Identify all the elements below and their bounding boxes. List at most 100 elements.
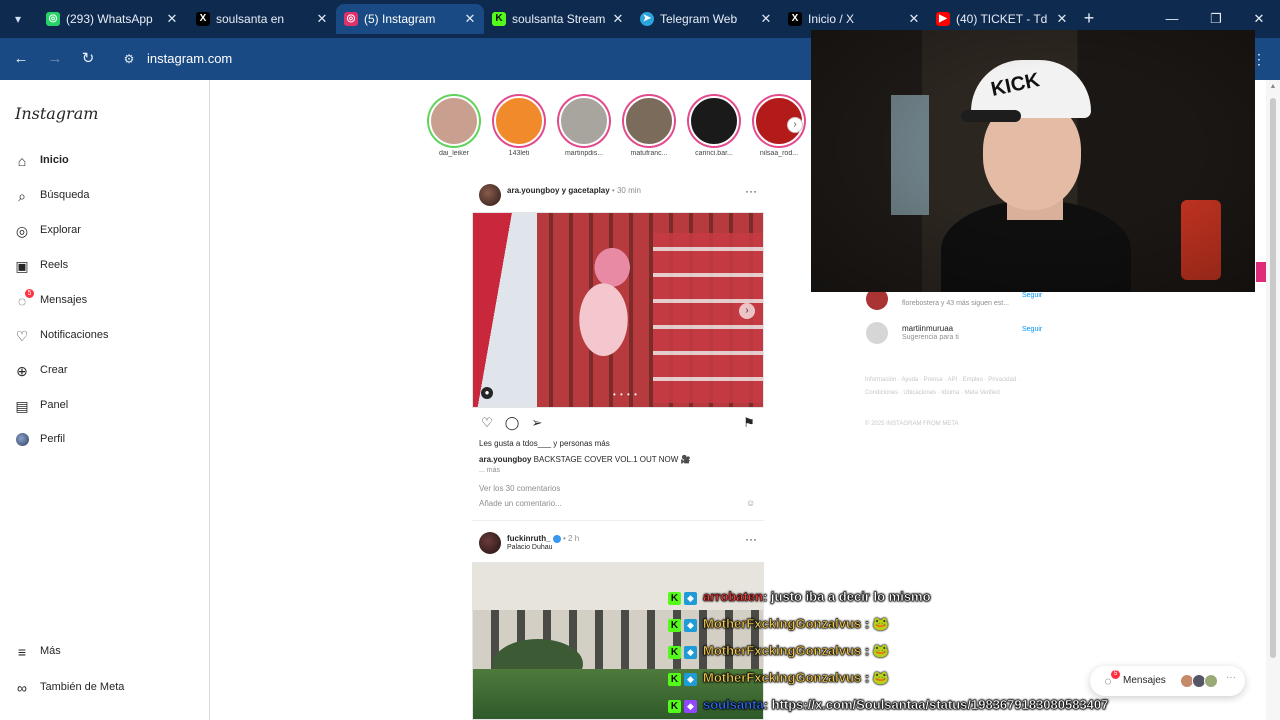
comment-icon[interactable]: ◯ [504, 415, 520, 431]
sidebar-item-perfil[interactable]: Perfil [14, 430, 194, 452]
story-item[interactable]: dai_leiker [425, 94, 483, 164]
share-icon[interactable]: ➢ [529, 415, 545, 431]
emoji-icon[interactable]: ☺ [746, 498, 755, 508]
messages-pill[interactable]: ◌ 5 Mensajes ··· [1090, 666, 1245, 696]
instagram-logo[interactable]: Instagram [15, 104, 98, 123]
scroll-up-arrow[interactable]: ▲ [1268, 82, 1278, 92]
likes-text[interactable]: Les gusta a tdos___ y personas más [479, 439, 610, 448]
avatar[interactable] [479, 184, 501, 206]
close-window-button[interactable]: ✕ [1249, 9, 1269, 29]
chat-text: : https://x.com/Soulsantaa/status/198367… [763, 697, 1109, 712]
carousel-next-button[interactable]: › [739, 303, 755, 319]
tab-telegram[interactable]: ➤ Telegram Web ✕ [632, 4, 780, 34]
tab-search-icon[interactable]: ▾ [8, 9, 28, 29]
sidebar-item-mensajes[interactable]: ◌ 5 Mensajes [14, 289, 194, 313]
story-item[interactable]: martinpdis... [555, 94, 613, 164]
search-icon: ⌕ [18, 188, 26, 204]
save-icon[interactable]: ⚑ [741, 415, 757, 431]
post-username[interactable]: ara.youngboy y gacetaplay [507, 186, 610, 195]
footer-links[interactable]: Información · Ayuda · Prensa · API · Emp… [865, 374, 1045, 400]
kick-badge-icon: K [668, 646, 681, 659]
sidebar-item-panel[interactable]: ▤ Panel [14, 396, 194, 418]
new-tab-button[interactable]: + [1080, 9, 1098, 27]
story-ring [622, 94, 676, 148]
more-icon: ··· [1226, 672, 1236, 683]
sidebar-item-inicio[interactable]: ⌂ Inicio [14, 151, 194, 173]
sub-badge-icon: ◆ [684, 700, 697, 713]
sidebar-item-mas[interactable]: ≡ Más [14, 642, 194, 664]
dashboard-icon: ▤ [15, 398, 29, 414]
close-icon[interactable]: ✕ [164, 4, 180, 34]
add-comment-input[interactable]: Añade un comentario... [479, 499, 562, 508]
carousel-dots: • • • • [613, 390, 638, 399]
sidebar-item-crear[interactable]: ⊕ Crear [14, 361, 194, 383]
messages-label: Mensajes [1123, 675, 1166, 686]
follow-button[interactable]: Seguir [1022, 292, 1042, 299]
avatar[interactable] [866, 322, 888, 344]
story-item[interactable]: matufranc... [620, 94, 678, 164]
reels-icon: ▣ [15, 258, 29, 274]
chat-username: soulsanta [703, 697, 764, 712]
like-icon[interactable]: ♡ [479, 415, 495, 431]
story-item[interactable]: 143leti [490, 94, 548, 164]
youtube-icon: ▶ [936, 12, 950, 26]
avatar[interactable] [479, 532, 501, 554]
stories-next-button[interactable]: › [787, 117, 803, 133]
chat-username: MotherFxckingGonzalvus [703, 616, 862, 631]
caption-text: BACKSTAGE COVER VOL.1 OUT NOW 🎥 [531, 455, 691, 464]
more-link[interactable]: ... más [479, 467, 500, 474]
post-image[interactable]: › ● • • • • [472, 212, 764, 408]
unread-badge: 5 [25, 289, 34, 298]
instagram-sidebar: Instagram ⌂ Inicio ⌕ Búsqueda ◎ Explorar… [0, 80, 210, 720]
more-options-icon[interactable]: ··· [745, 532, 757, 546]
minimize-button[interactable]: — [1162, 9, 1182, 29]
caption-username[interactable]: ara.youngboy [479, 455, 531, 464]
chat-text: : [861, 616, 873, 631]
sidebar-item-notificaciones[interactable]: ♡ Notificaciones [14, 326, 194, 348]
webcam-vignette [811, 30, 1255, 292]
more-options-icon[interactable]: ··· [745, 184, 757, 198]
sidebar-item-busqueda[interactable]: ⌕ Búsqueda [14, 186, 194, 208]
tab-instagram[interactable]: ◎ (5) Instagram ✕ [336, 4, 484, 34]
avatar [689, 96, 739, 146]
post-header: fuckinruth_ • 2 h Palacio Duhau ··· [479, 532, 769, 556]
sub-badge-icon: ◆ [684, 673, 697, 686]
telegram-icon: ➤ [640, 12, 654, 26]
avatar [16, 433, 29, 446]
chat-username: MotherFxckingGonzalvus [703, 643, 862, 658]
url-field[interactable]: instagram.com [147, 51, 232, 67]
chat-text: : [861, 670, 873, 685]
home-icon: ⌂ [17, 153, 27, 169]
tab-soulsanta-x[interactable]: X soulsanta en ✕ [188, 4, 336, 34]
tab-whatsapp[interactable]: ◎ (293) WhatsApp ✕ [38, 4, 186, 34]
site-settings-icon[interactable]: ⚙ [121, 51, 137, 67]
back-button[interactable]: ← [11, 49, 31, 69]
story-item[interactable]: carinci.bar... [685, 94, 743, 164]
chat-username: arrobaten [703, 589, 763, 604]
post-time: • 30 min [609, 186, 641, 195]
sidebar-item-explorar[interactable]: ◎ Explorar [14, 221, 194, 243]
forward-button[interactable]: → [45, 49, 65, 69]
verified-badge-icon [552, 534, 561, 543]
close-icon[interactable]: ✕ [758, 4, 774, 34]
close-icon[interactable]: ✕ [314, 4, 330, 34]
follow-button[interactable]: Seguir [1022, 326, 1042, 333]
user-tag-icon[interactable]: ● [481, 387, 493, 399]
sub-badge-icon: ◆ [684, 619, 697, 632]
restore-button[interactable]: ❐ [1206, 9, 1226, 29]
reload-button[interactable]: ↻ [78, 49, 98, 69]
scrollbar-thumb[interactable] [1270, 98, 1276, 658]
close-icon[interactable]: ✕ [610, 4, 626, 34]
kick-badge-icon: K [668, 673, 681, 686]
view-comments-link[interactable]: Ver los 30 comentarios [479, 484, 560, 493]
tab-kick-stream[interactable]: K soulsanta Stream ✕ [484, 4, 632, 34]
suggestion-item: martiinmuruaa Sugerencia para ti Seguir [866, 322, 1056, 344]
sub-badge-icon: ◆ [684, 592, 697, 605]
story-ring [492, 94, 546, 148]
sidebar-item-reels[interactable]: ▣ Reels [14, 256, 194, 278]
post-username[interactable]: fuckinruth_ [507, 534, 551, 543]
close-icon[interactable]: ✕ [462, 4, 478, 34]
chat-text: : [861, 643, 873, 658]
post-location[interactable]: Palacio Duhau [507, 544, 553, 551]
sidebar-item-tambien-de-meta[interactable]: ∞ También de Meta [14, 678, 194, 700]
